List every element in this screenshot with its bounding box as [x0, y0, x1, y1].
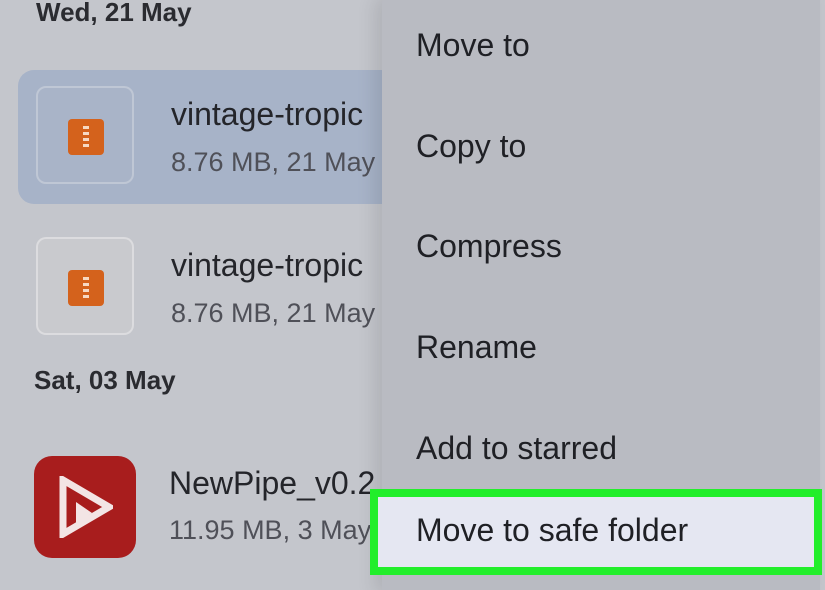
- zip-file-icon: [68, 270, 104, 306]
- file-meta: 8.76 MB, 21 May: [171, 298, 376, 328]
- menu-item-label: Move to: [416, 27, 530, 63]
- file-name: NewPipe_v0.2: [169, 465, 376, 501]
- newpipe-app-icon: [34, 456, 136, 558]
- file-meta: 8.76 MB, 21 May: [171, 147, 376, 177]
- menu-item-move-to[interactable]: Move to: [382, 4, 820, 96]
- file-thumbnail: [36, 86, 134, 184]
- menu-item-copy-to[interactable]: Copy to: [382, 105, 820, 197]
- menu-item-compress[interactable]: Compress: [382, 205, 820, 297]
- file-row[interactable]: vintage-tropic 8.76 MB, 21 May: [18, 221, 438, 355]
- file-meta: 11.95 MB, 3 May: [169, 515, 372, 545]
- file-row[interactable]: vintage-tropic 8.76 MB, 21 May: [18, 70, 438, 204]
- play-icon: [59, 476, 113, 538]
- menu-item-label: Add to starred: [416, 430, 617, 466]
- menu-item-label: Copy to: [416, 128, 527, 164]
- date-header: Wed, 21 May: [36, 0, 192, 27]
- zip-file-icon: [68, 119, 104, 155]
- file-thumbnail: [36, 237, 134, 335]
- file-name: vintage-tropic: [171, 96, 364, 132]
- menu-item-add-to-starred[interactable]: Add to starred: [382, 407, 820, 499]
- menu-item-label: Move to safe folder: [416, 512, 689, 548]
- menu-item-label: Rename: [416, 329, 537, 365]
- menu-item-label: Compress: [416, 228, 562, 264]
- menu-item-move-to-safe-folder[interactable]: Move to safe folder: [370, 489, 822, 575]
- file-name: vintage-tropic: [171, 247, 364, 283]
- menu-item-rename[interactable]: Rename: [382, 306, 820, 398]
- context-menu: Move to Copy to Compress Rename Add to s…: [370, 0, 822, 590]
- date-header: Sat, 03 May: [34, 365, 176, 395]
